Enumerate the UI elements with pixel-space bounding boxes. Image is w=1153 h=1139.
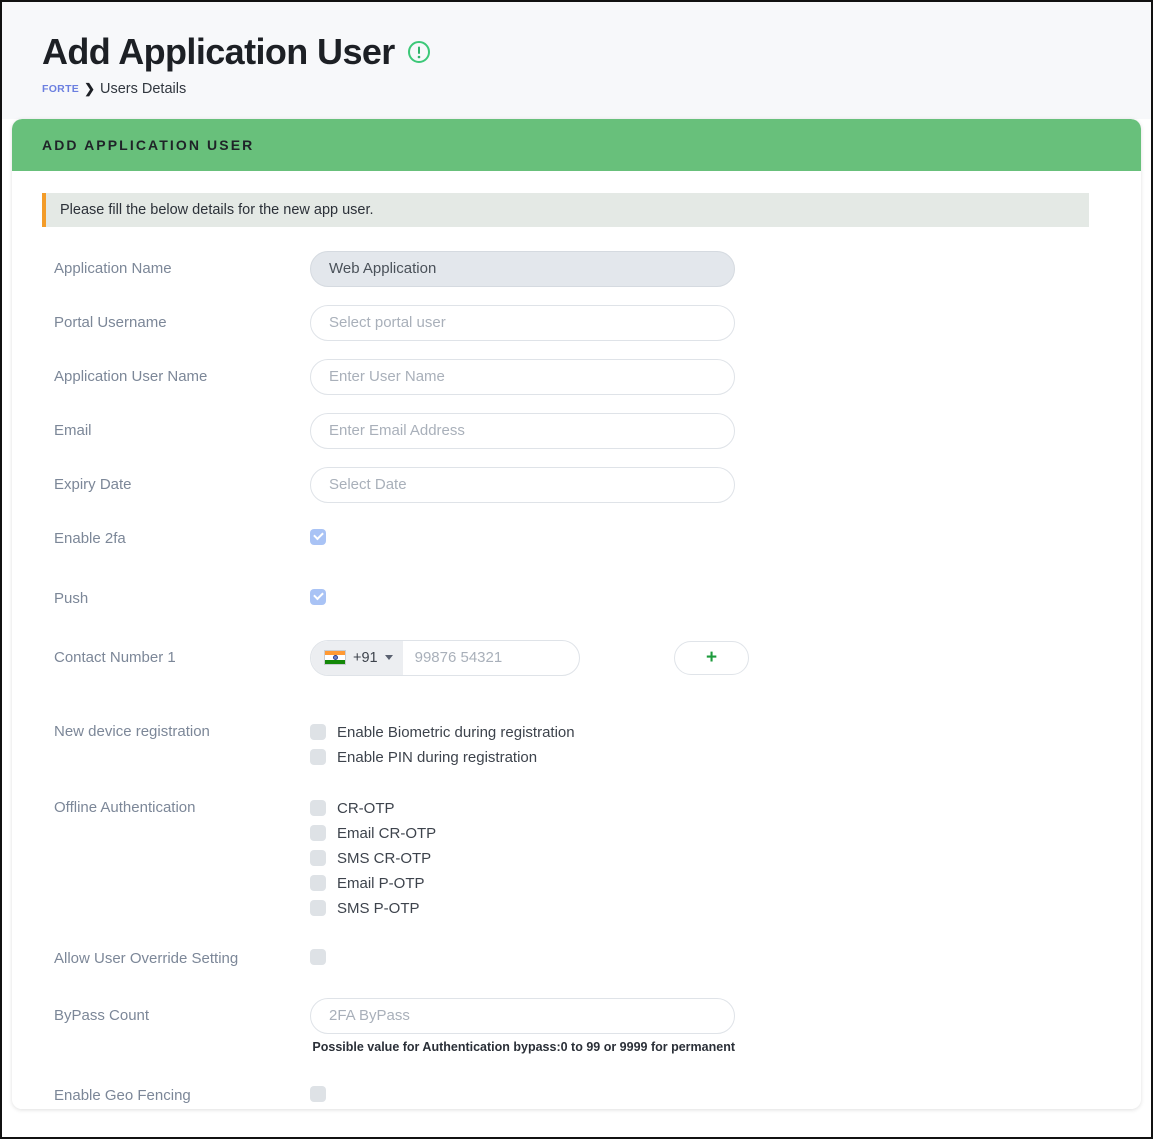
- option-label: Enable PIN during registration: [337, 748, 538, 766]
- form-actions: Save Cancel: [310, 1107, 1121, 1109]
- bypass-count-input[interactable]: [310, 997, 735, 1034]
- option-item[interactable]: Email CR-OTP: [310, 825, 1121, 842]
- option-label: SMS CR-OTP: [337, 849, 432, 867]
- application-name-input[interactable]: [310, 250, 735, 287]
- label-contact-number-1: Contact Number 1: [54, 648, 176, 666]
- exclamation-circle-icon[interactable]: [407, 40, 431, 64]
- enable-biometric-checkbox[interactable]: [310, 724, 326, 741]
- option-label: Email CR-OTP: [337, 824, 437, 842]
- row-enable-geo-fencing: Enable Geo Fencing Save Cancel: [32, 1078, 1121, 1109]
- breadcrumb: FORTE ❯ Users Details: [42, 81, 1151, 97]
- label-enable-2fa: Enable 2fa: [54, 529, 126, 547]
- add-application-user-form: Application Name Portal Username Applica…: [32, 227, 1121, 1109]
- country-code-value: +91: [353, 649, 378, 666]
- add-application-user-card: ADD APPLICATION USER Please fill the bel…: [12, 118, 1141, 1109]
- portal-username-input[interactable]: [310, 304, 735, 341]
- row-push: Push: [32, 581, 1121, 610]
- label-email: Email: [54, 421, 92, 439]
- row-enable-2fa: Enable 2fa: [32, 521, 1121, 550]
- option-label: Email P-OTP: [337, 874, 425, 892]
- offline-authentication-options: CR-OTP Email CR-OTP SMS CR-OTP Email P-O…: [310, 793, 1121, 925]
- notice-banner: Please fill the below details for the ne…: [42, 192, 1089, 227]
- option-item[interactable]: Enable PIN during registration: [310, 749, 1121, 766]
- cr-otp-checkbox[interactable]: [310, 800, 326, 817]
- breadcrumb-current: Users Details: [100, 80, 187, 97]
- allow-user-override-checkbox[interactable]: [310, 948, 326, 965]
- row-bypass-count: ByPass Count Possible value for Authenti…: [32, 997, 1121, 1054]
- enable-geo-fencing-checkbox[interactable]: [310, 1085, 326, 1102]
- label-push: Push: [54, 589, 89, 607]
- email-cr-otp-checkbox[interactable]: [310, 825, 326, 842]
- option-item[interactable]: Enable Biometric during registration: [310, 724, 1121, 741]
- row-portal-username: Portal Username: [32, 304, 1121, 341]
- row-application-user-name: Application User Name: [32, 358, 1121, 395]
- breadcrumb-root-link[interactable]: FORTE: [42, 83, 79, 95]
- option-item[interactable]: SMS P-OTP: [310, 900, 1121, 917]
- sms-p-otp-checkbox[interactable]: [310, 900, 326, 917]
- row-allow-user-override: Allow User Override Setting: [32, 941, 1121, 970]
- row-expiry-date: Expiry Date: [32, 466, 1121, 503]
- row-new-device-registration: New device registration Enable Biometric…: [32, 717, 1121, 774]
- card-header: ADD APPLICATION USER: [12, 118, 1141, 171]
- enable-pin-checkbox[interactable]: [310, 749, 326, 766]
- page-title: Add Application User: [42, 31, 395, 72]
- contact-number-1-group: +91 +: [310, 639, 1121, 676]
- application-user-name-input[interactable]: [310, 358, 735, 395]
- option-item[interactable]: CR-OTP: [310, 800, 1121, 817]
- option-item[interactable]: Email P-OTP: [310, 875, 1121, 892]
- country-code-selector[interactable]: +91: [311, 640, 403, 675]
- new-device-registration-options: Enable Biometric during registration Ena…: [310, 717, 1121, 774]
- row-offline-authentication: Offline Authentication CR-OTP Email CR-O…: [32, 793, 1121, 925]
- email-p-otp-checkbox[interactable]: [310, 875, 326, 892]
- phone-input-box: +91: [310, 639, 580, 676]
- option-label: CR-OTP: [337, 799, 395, 817]
- option-item[interactable]: SMS CR-OTP: [310, 850, 1121, 867]
- push-checkbox[interactable]: [310, 588, 326, 605]
- expiry-date-input[interactable]: [310, 466, 735, 503]
- sms-cr-otp-checkbox[interactable]: [310, 850, 326, 867]
- page-root: Add Application User FORTE ❯ Users Detai…: [0, 0, 1153, 1139]
- label-enable-geo-fencing: Enable Geo Fencing: [54, 1086, 191, 1104]
- row-email: Email: [32, 412, 1121, 449]
- page-header: Add Application User FORTE ❯ Users Detai…: [2, 2, 1151, 119]
- page-title-row: Add Application User: [42, 32, 1151, 72]
- label-offline-authentication: Offline Authentication: [54, 798, 196, 816]
- card-header-title: ADD APPLICATION USER: [42, 136, 255, 153]
- label-bypass-count: ByPass Count: [54, 1006, 150, 1024]
- label-application-user-name: Application User Name: [54, 367, 208, 385]
- label-new-device-registration: New device registration: [54, 722, 210, 740]
- card-body: Please fill the below details for the ne…: [12, 170, 1141, 1109]
- chevron-down-icon: [384, 655, 393, 661]
- label-allow-user-override: Allow User Override Setting: [54, 949, 239, 967]
- email-input[interactable]: [310, 412, 735, 449]
- india-flag-icon: [324, 650, 346, 666]
- label-application-name: Application Name: [54, 259, 172, 277]
- label-expiry-date: Expiry Date: [54, 475, 132, 493]
- option-label: Enable Biometric during registration: [337, 723, 575, 741]
- row-application-name: Application Name: [32, 250, 1121, 287]
- breadcrumb-separator-icon: ❯: [84, 80, 95, 96]
- bypass-count-helper-text: Possible value for Authentication bypass…: [312, 1039, 735, 1054]
- contact-number-1-input[interactable]: [402, 640, 579, 675]
- option-label: SMS P-OTP: [337, 899, 420, 917]
- label-portal-username: Portal Username: [54, 313, 167, 331]
- row-contact-number-1: Contact Number 1 +91 99876 54321 +: [32, 639, 1121, 676]
- enable-2fa-checkbox[interactable]: [310, 528, 326, 545]
- add-contact-number-button[interactable]: +: [674, 640, 749, 675]
